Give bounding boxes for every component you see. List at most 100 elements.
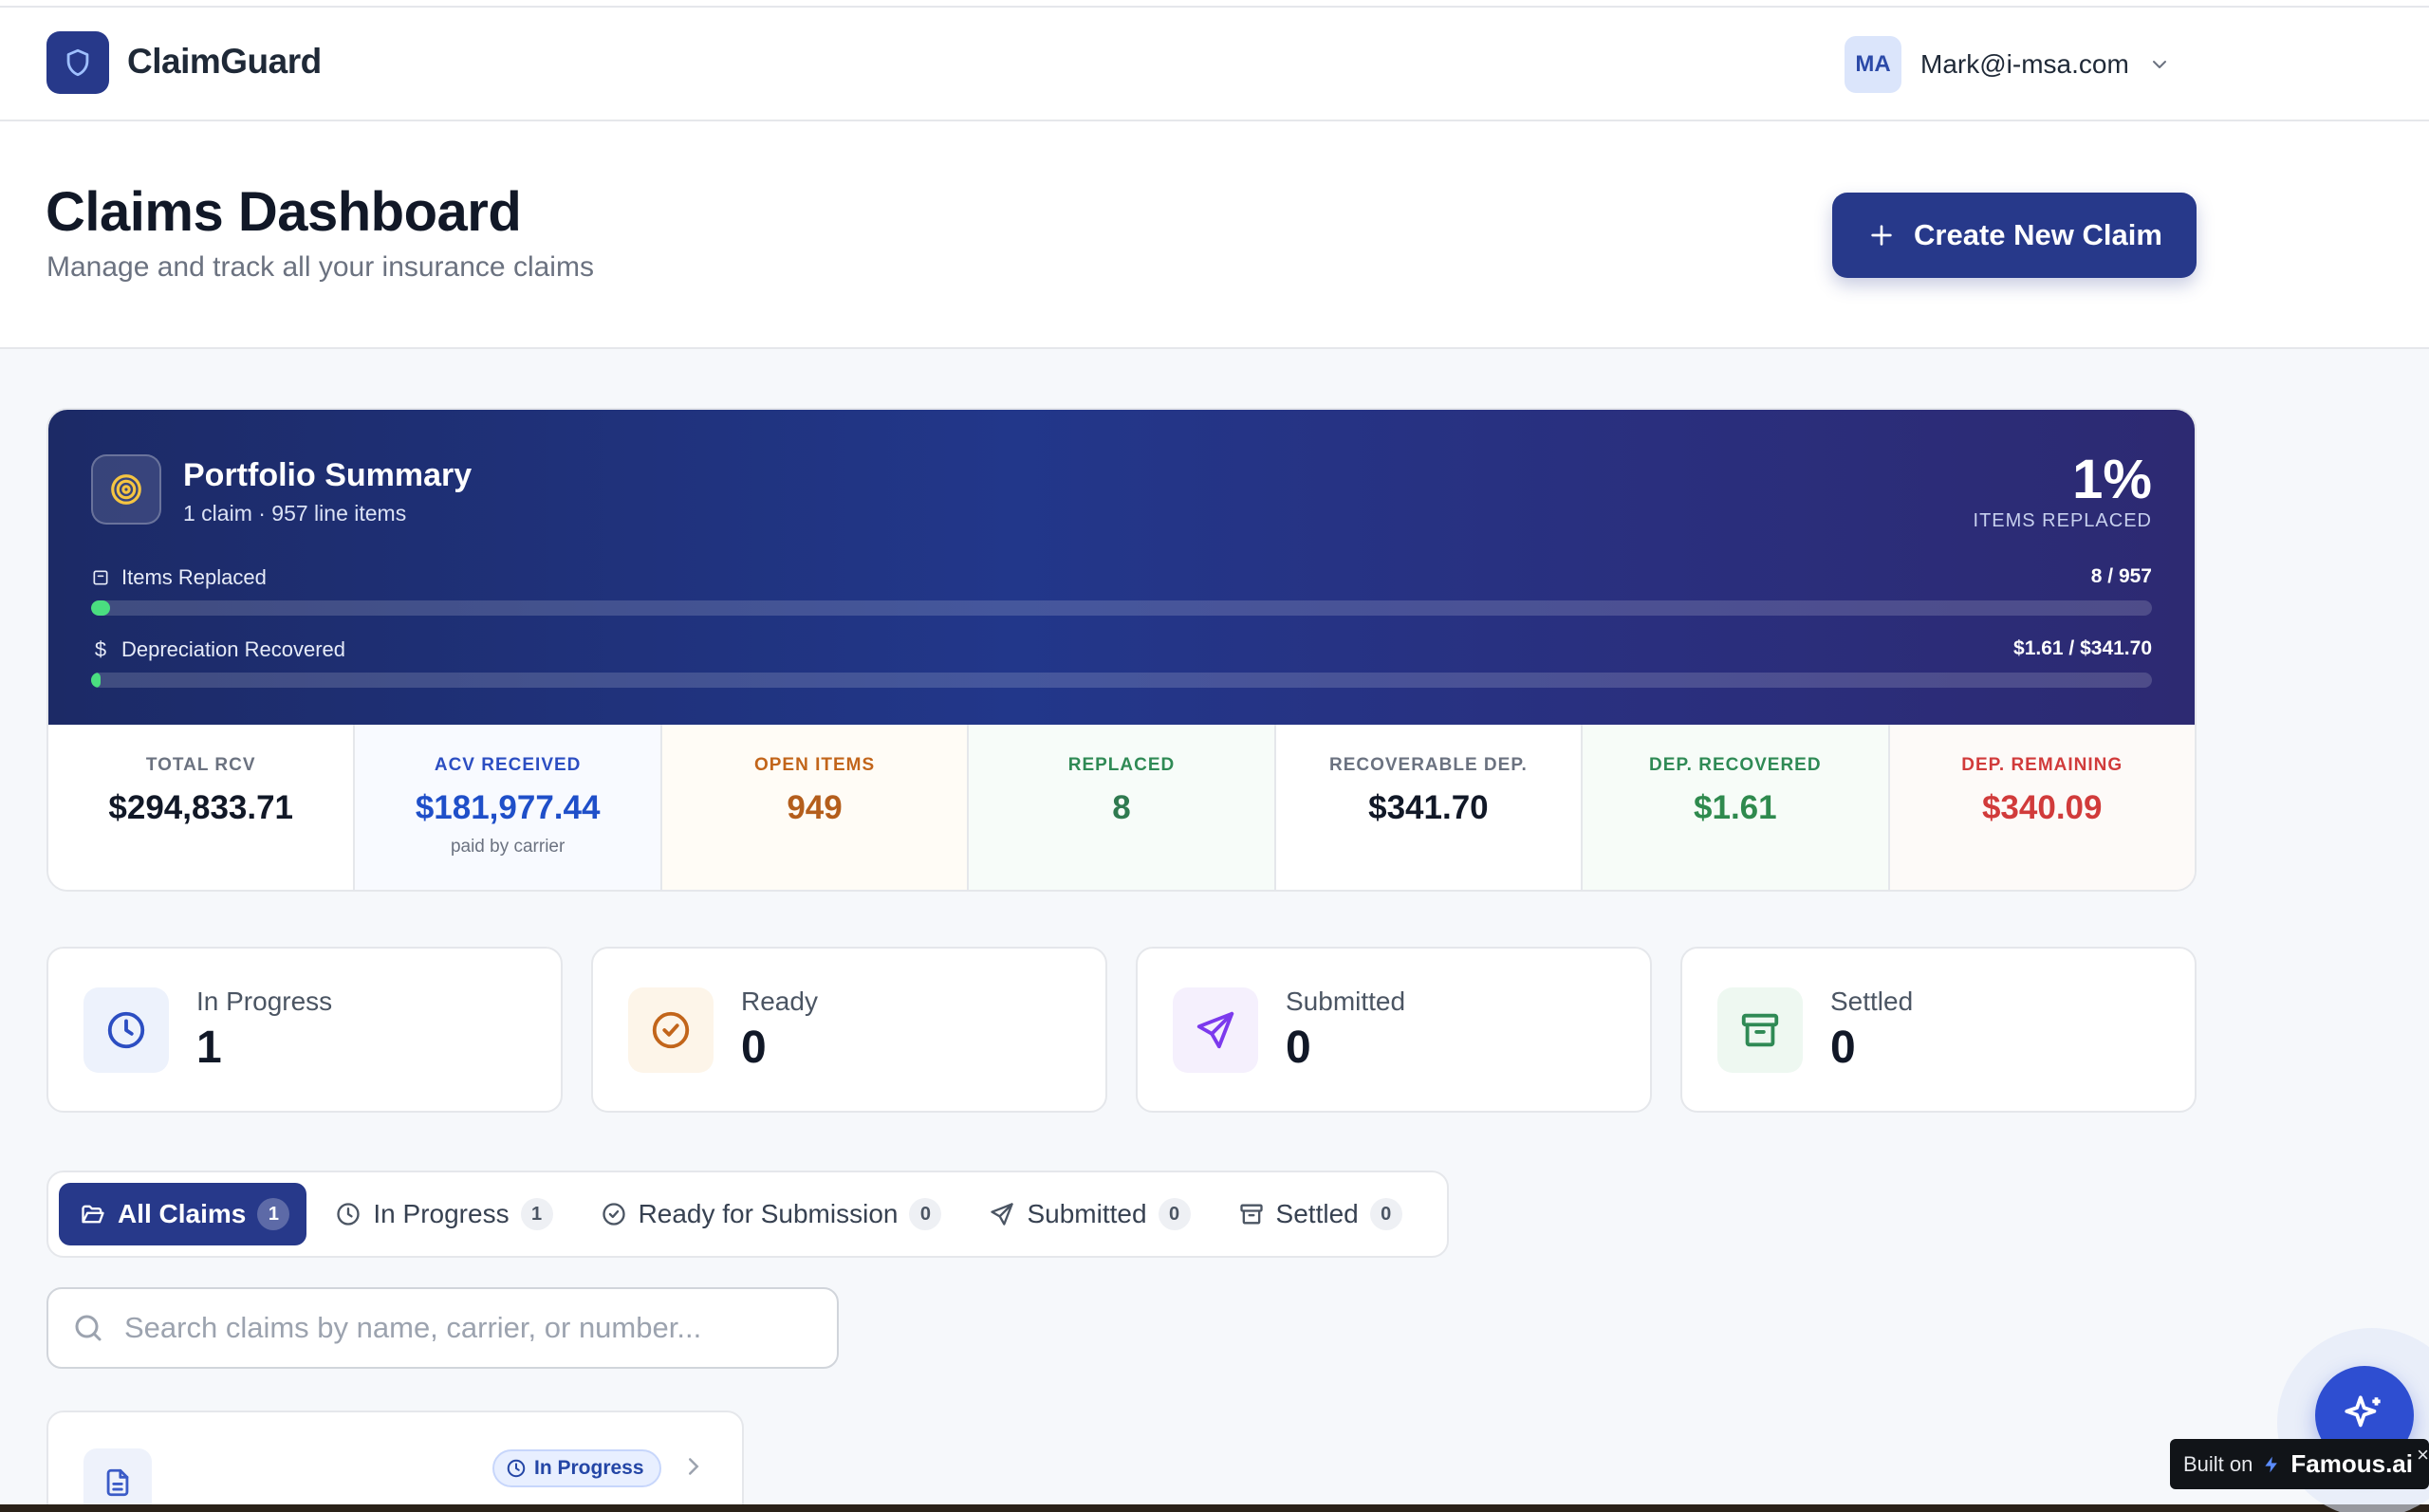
tab-in-progress[interactable]: In Progress 1 — [316, 1183, 571, 1245]
archive-icon — [1239, 1204, 1263, 1225]
close-icon[interactable]: × — [2417, 1443, 2429, 1467]
built-on-text: Built on — [2183, 1451, 2253, 1476]
bottom-edge — [0, 1504, 2429, 1512]
stat-label: RECOVERABLE DEP. — [1328, 755, 1528, 775]
status-card-label: Ready — [741, 986, 818, 1016]
user-menu[interactable]: MA Mark@i-msa.com — [1845, 36, 2171, 93]
status-badge-label: In Progress — [534, 1457, 644, 1479]
tab-label: Ready for Submission — [638, 1199, 899, 1228]
clock-icon — [507, 1459, 526, 1478]
target-icon — [111, 474, 141, 505]
tab-settled[interactable]: Settled 0 — [1219, 1183, 1421, 1245]
portfolio-subtitle: 1 claim · 957 line items — [183, 501, 407, 526]
stat-value: $294,833.71 — [108, 789, 294, 826]
send-icon — [991, 1203, 1014, 1226]
tab-label: Submitted — [1027, 1199, 1147, 1228]
page-heading-section: Claims Dashboard Manage and track all yo… — [0, 121, 2429, 349]
status-icon-box — [1173, 987, 1258, 1073]
portfolio-icon-box — [91, 454, 161, 525]
chevron-down-icon — [2152, 61, 2166, 68]
stat-cell: RECOVERABLE DEP. $341.70 — [1275, 725, 1584, 890]
tab-label: All Claims — [118, 1199, 247, 1228]
check-circle-icon — [602, 1203, 625, 1226]
stat-cell: OPEN ITEMS 949 — [661, 725, 970, 890]
chevron-right-icon[interactable] — [679, 1452, 708, 1481]
shield-icon — [66, 48, 89, 77]
create-claim-button[interactable]: Create New Claim — [1832, 193, 2197, 278]
status-card-settled[interactable]: Settled 0 — [1680, 947, 2197, 1113]
search-box[interactable] — [46, 1287, 839, 1369]
tab-count: 1 — [520, 1198, 553, 1230]
brand-name[interactable]: ClaimGuard — [127, 42, 322, 82]
avatar: MA — [1845, 36, 1901, 93]
package-icon — [93, 570, 108, 585]
items-replaced-label-text: Items Replaced — [121, 565, 267, 589]
status-card-submitted[interactable]: Submitted 0 — [1136, 947, 1652, 1113]
items-replaced-percent: 1% — [2072, 449, 2152, 510]
archive-icon — [1741, 1013, 1779, 1047]
stat-label: REPLACED — [1067, 755, 1176, 775]
items-replaced-progress-bar — [91, 600, 2152, 616]
claim-card[interactable]: In Progress — [46, 1411, 744, 1512]
page-title: Claims Dashboard — [46, 181, 522, 243]
claims-filter-tabs: All Claims 1 In Progress 1 Ready for Submiss… — [46, 1171, 1449, 1258]
tab-ready-for-submission[interactable]: Ready for Submission 0 — [582, 1183, 961, 1245]
folder-open-icon — [82, 1205, 104, 1224]
items-replaced-percent-label: ITEMS REPLACED — [1973, 510, 2152, 531]
status-card-label: Settled — [1830, 986, 1914, 1016]
status-icon-box — [628, 987, 714, 1073]
tab-all-claims[interactable]: All Claims 1 — [59, 1183, 307, 1245]
depreciation-progress-bar — [91, 673, 2152, 688]
stat-label: DEP. RECOVERED — [1649, 755, 1822, 775]
portfolio-summary-card: Portfolio Summary 1 claim · 957 line ite… — [46, 408, 2197, 892]
clock-icon — [107, 1011, 145, 1049]
portfolio-stats-row: TOTAL RCV $294,833.71 ACV RECEIVED $181,977… — [48, 725, 2195, 890]
tab-count: 0 — [909, 1198, 942, 1230]
create-claim-label: Create New Claim — [1914, 218, 2162, 251]
tab-submitted[interactable]: Submitted 0 — [970, 1183, 1209, 1245]
tab-label: Settled — [1275, 1199, 1359, 1228]
depreciation-progress-fill — [91, 673, 102, 688]
status-card-value: 0 — [1286, 1023, 1311, 1073]
stat-cell: TOTAL RCV $294,833.71 — [48, 725, 356, 890]
clock-icon — [337, 1203, 361, 1226]
depreciation-value: $1.61 / $341.70 — [2013, 637, 2152, 659]
status-card-value: 0 — [1830, 1023, 1856, 1073]
status-badge: In Progress — [492, 1449, 661, 1487]
stat-value: $1.61 — [1694, 789, 1777, 826]
built-on-badge[interactable]: Built on Famous.ai × — [2170, 1439, 2429, 1489]
status-card-label: Submitted — [1286, 986, 1406, 1016]
status-card-ready[interactable]: Ready 0 — [591, 947, 1107, 1113]
items-replaced-label: Items Replaced — [91, 565, 267, 590]
logo[interactable] — [46, 31, 109, 94]
status-card-in-progress[interactable]: In Progress 1 — [46, 947, 563, 1113]
send-icon — [1196, 1011, 1234, 1049]
depreciation-label-text: Depreciation Recovered — [121, 637, 346, 661]
items-replaced-progress-fill — [91, 600, 110, 616]
tab-label: In Progress — [373, 1199, 510, 1228]
top-edge — [0, 0, 2429, 8]
claim-doc-icon-box — [83, 1448, 152, 1512]
dollar-icon: $ — [94, 637, 107, 661]
stat-note: paid by carrier — [450, 837, 566, 857]
stat-label: TOTAL RCV — [145, 755, 256, 775]
bolt-icon — [2265, 1456, 2278, 1472]
status-card-value: 0 — [741, 1023, 767, 1073]
stat-value: 949 — [787, 789, 843, 826]
search-input[interactable] — [124, 1311, 826, 1345]
famous-brand: Famous.ai — [2290, 1449, 2413, 1478]
stat-value: $341.70 — [1368, 789, 1489, 826]
stat-cell: DEP. REMAINING $340.09 — [1889, 725, 2195, 890]
portfolio-hero: Portfolio Summary 1 claim · 957 line ite… — [48, 410, 2195, 725]
items-replaced-value: 8 / 957 — [2090, 565, 2152, 587]
user-email: Mark@i-msa.com — [1920, 49, 2129, 79]
tab-count: 1 — [257, 1198, 290, 1230]
portfolio-title: Portfolio Summary — [183, 457, 473, 493]
page-subtitle: Manage and track all your insurance clai… — [46, 251, 594, 283]
stat-cell: ACV RECEIVED $181,977.44 paid by carrier — [355, 725, 662, 890]
search-icon — [75, 1315, 102, 1341]
status-icon-box — [1717, 987, 1803, 1073]
tab-count: 0 — [1158, 1198, 1191, 1230]
sparkles-icon — [2345, 1395, 2381, 1428]
depreciation-label: $ Depreciation Recovered — [91, 637, 345, 662]
